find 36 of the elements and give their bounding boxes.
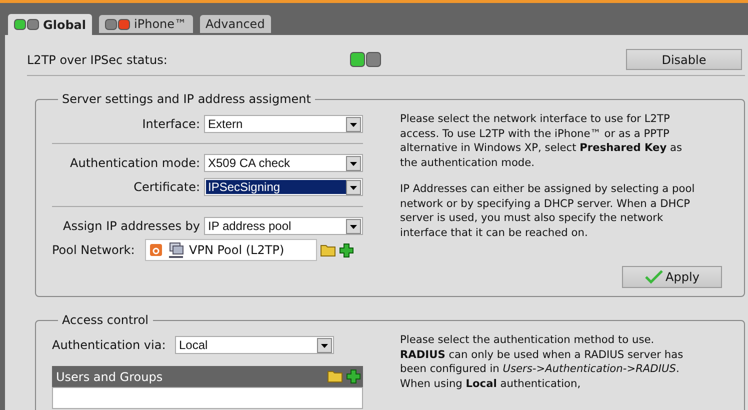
help-text: Please select the authentication method to use. RADIUS can only be used when a RADIUS server has been configured in Users->Authentication->RADIUS. When using Local authentication, bbox=[400, 333, 684, 391]
bin-icon bbox=[149, 243, 163, 257]
status-label: L2TP over IPSec status: bbox=[27, 52, 168, 66]
dropdown[interactable]: Local bbox=[175, 336, 334, 354]
field-label: Assign IP addresses by bbox=[62, 219, 200, 233]
pool-field[interactable]: VPN Pool (L2TP) bbox=[145, 239, 317, 261]
field-label: Certificate: bbox=[132, 180, 200, 194]
dropdown[interactable]: Extern bbox=[204, 115, 363, 133]
dropdown[interactable]: IP address pool bbox=[204, 217, 363, 235]
field-label: Pool Network: bbox=[52, 243, 136, 257]
network-icon bbox=[167, 242, 185, 258]
help-text: IP Addresses can either be assigned by selecting a pool network or by specifying a DHCP server. When a DHCP server is used, you must also specify the network interface that it can be reached on. bbox=[400, 182, 696, 240]
list-title: Users and Groups bbox=[56, 370, 163, 384]
folder-icon bbox=[320, 243, 336, 257]
section-legend: Server settings and IP address assigment bbox=[58, 92, 315, 106]
caret-icon bbox=[346, 180, 361, 194]
plus-icon bbox=[339, 242, 354, 258]
dropdown[interactable]: IPSecSigning bbox=[204, 178, 363, 196]
field-label: Interface: bbox=[141, 117, 200, 131]
caret-icon bbox=[317, 338, 332, 352]
folder-icon bbox=[327, 369, 343, 383]
tab[interactable]: iPhone™ bbox=[99, 15, 193, 33]
dropdown[interactable]: X509 CA check bbox=[204, 154, 363, 172]
caret-icon bbox=[346, 218, 361, 234]
disable-button[interactable]: Disable bbox=[626, 49, 742, 70]
check-icon bbox=[644, 270, 663, 284]
caret-icon bbox=[346, 116, 361, 132]
apply-button[interactable]: Apply bbox=[622, 266, 722, 288]
field-label: Authentication via: bbox=[52, 338, 167, 352]
help-text: Please select the network interface to use for L2TP access. To use L2TP with the iPhone™ or as a PPTP alternative in Windows XP, select Preshared Key as the authentication mode. bbox=[400, 112, 683, 170]
field-label: Authentication mode: bbox=[69, 156, 200, 170]
section-legend: Access control bbox=[58, 313, 152, 327]
tab[interactable]: Global bbox=[8, 14, 92, 35]
tab[interactable]: Advanced bbox=[200, 15, 271, 33]
plus-icon bbox=[346, 369, 361, 384]
caret-icon bbox=[346, 156, 361, 170]
